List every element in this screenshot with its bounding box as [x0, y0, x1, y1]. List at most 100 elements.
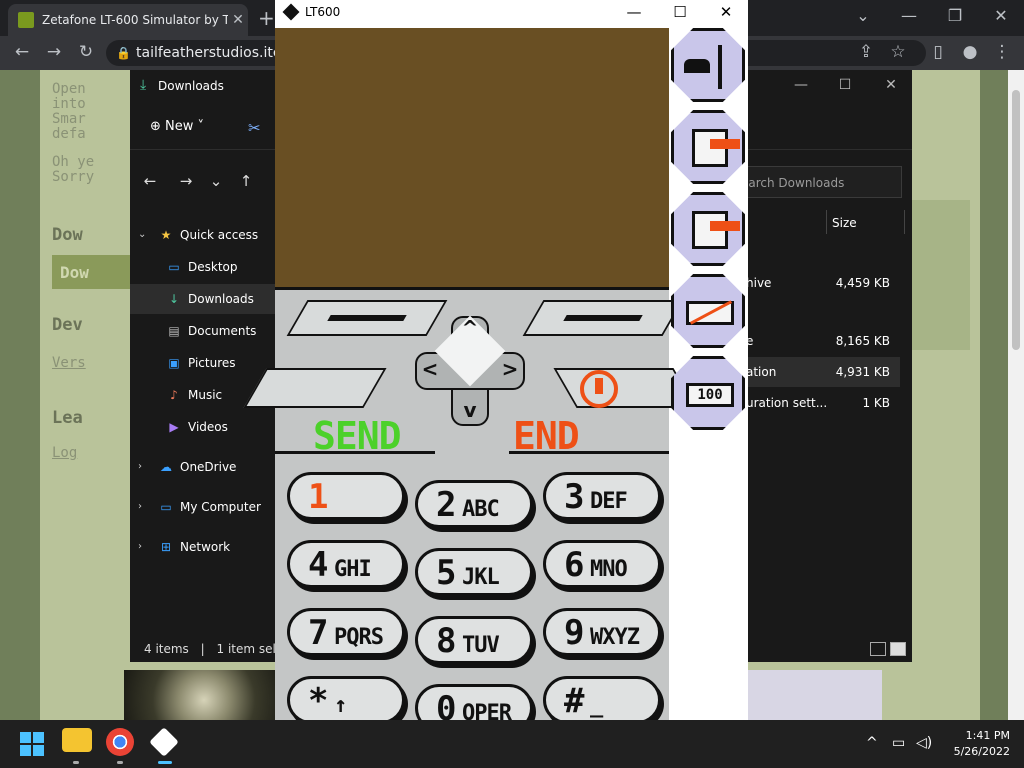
dpad-left-icon[interactable]: <	[419, 357, 441, 381]
load-state-button[interactable]	[671, 110, 745, 184]
tab-search-icon[interactable]: ⌄	[848, 6, 878, 25]
power-icon[interactable]	[580, 370, 618, 408]
phone-screen	[275, 28, 669, 290]
key-1[interactable]: 1	[287, 472, 405, 520]
flip-phone-button[interactable]	[671, 28, 745, 102]
dpad-right-icon[interactable]: >	[499, 357, 521, 381]
forward-icon[interactable]: →	[176, 172, 196, 190]
download-arrow-icon: ⤓	[140, 77, 147, 93]
explorer-minimize-button[interactable]: —	[786, 77, 816, 93]
key-9[interactable]: 9 WXYZ	[543, 608, 661, 656]
page-scrollbar[interactable]	[1008, 70, 1024, 720]
chrome-restore-button[interactable]: ❐	[940, 6, 970, 25]
new-label: New	[165, 119, 194, 134]
key-6[interactable]: 6 MNO	[543, 540, 661, 588]
share-icon[interactable]: ⇪	[854, 42, 878, 62]
start-button[interactable]	[20, 732, 44, 756]
save-state-button[interactable]	[671, 192, 745, 266]
tray-chevron-icon[interactable]: ^	[866, 735, 878, 751]
file-row[interactable]: hive 4,459 KB	[740, 268, 900, 298]
explorer-maximize-button[interactable]: ☐	[830, 77, 860, 93]
key-star[interactable]: * ↑	[287, 676, 405, 724]
battery-full-button[interactable]: 100	[671, 356, 745, 430]
profile-icon[interactable]: ●	[958, 42, 982, 62]
recent-chevron-icon[interactable]: ⌄	[206, 172, 226, 190]
phone-simulator: ^ v < > SEND END 1 2 ABC 3 DEF 4 GHI 5 J…	[243, 28, 697, 732]
sidebar-item-quick-access[interactable]: ⌄ ★ Quick access	[130, 220, 275, 250]
sidebar-item-my-computer[interactable]: › ▭ My Computer	[130, 492, 275, 522]
phone-icon	[684, 59, 710, 73]
volume-icon[interactable]: ◁)	[916, 735, 932, 751]
system-clock[interactable]: 1:41 PM 5/26/2022	[940, 728, 1010, 760]
size-column-header[interactable]: Size	[832, 216, 857, 230]
devlog-heading: Dev	[52, 315, 83, 335]
right-soft-key[interactable]	[522, 300, 684, 336]
version-link[interactable]: Vers	[52, 355, 86, 371]
videos-icon: ▶	[169, 420, 179, 434]
send-button[interactable]: SEND	[313, 414, 402, 458]
file-row[interactable]: e 8,165 KB	[740, 326, 900, 356]
login-link[interactable]: Log	[52, 445, 77, 461]
dpad-up-icon[interactable]: ^	[459, 316, 481, 340]
tab-close-icon[interactable]: ✕	[228, 12, 248, 28]
back-icon[interactable]: ←	[140, 172, 160, 190]
menu-icon[interactable]: ⋮	[990, 42, 1014, 62]
end-button[interactable]: END	[513, 414, 580, 458]
back-icon[interactable]: ←	[10, 42, 34, 62]
details-view-icon[interactable]	[870, 642, 886, 656]
battery-empty-button[interactable]	[671, 274, 745, 348]
new-tab-button[interactable]: +	[258, 6, 275, 30]
tiles-view-icon[interactable]	[890, 642, 906, 656]
key-3[interactable]: 3 DEF	[543, 472, 661, 520]
sidebar-item-documents[interactable]: ▤ Documents	[130, 316, 275, 346]
clock-time: 1:41 PM	[965, 729, 1010, 742]
file-row-selected[interactable]: ation 4,931 KB	[740, 357, 900, 387]
cut-icon[interactable]: ✂	[248, 119, 261, 137]
page-text-line: Oh ye	[52, 154, 95, 170]
up-icon[interactable]: ↑	[236, 172, 256, 190]
dpad-down-icon[interactable]: v	[459, 398, 481, 422]
lt600-close-button[interactable]: ✕	[711, 3, 741, 21]
screenshot-thumbnail[interactable]	[124, 670, 284, 720]
side-artwork	[912, 200, 970, 350]
side-panel-icon[interactable]: ▯	[926, 42, 950, 62]
sidebar-item-pictures[interactable]: ▣ Pictures	[130, 348, 275, 378]
sidebar-item-desktop[interactable]: ▭ Desktop	[130, 252, 275, 282]
chrome-tab[interactable]: Zetafone LT-600 Simulator by Tai ✕	[8, 4, 248, 36]
app-logo-icon	[282, 3, 300, 21]
chrome-close-button[interactable]: ✕	[986, 6, 1016, 25]
chrome-taskbar-icon[interactable]	[106, 728, 134, 756]
key-2[interactable]: 2 ABC	[415, 480, 533, 528]
scrollbar-thumb[interactable]	[1012, 90, 1020, 350]
screenshot-thumbnail[interactable]	[748, 670, 882, 720]
bookmark-star-icon[interactable]: ☆	[886, 42, 910, 62]
new-button[interactable]: ⊕ New ˅	[150, 119, 204, 134]
explorer-close-button[interactable]: ✕	[876, 77, 906, 93]
sidebar-item-onedrive[interactable]: › ☁ OneDrive	[130, 452, 275, 482]
sidebar-item-downloads[interactable]: ↓ Downloads	[130, 284, 275, 314]
column-divider[interactable]	[904, 210, 905, 234]
reload-icon[interactable]: ↻	[74, 42, 98, 62]
sidebar-item-network[interactable]: › ⊞ Network	[130, 532, 275, 562]
key-8[interactable]: 8 TUV	[415, 616, 533, 664]
key-7[interactable]: 7 PQRS	[287, 608, 405, 656]
running-indicator	[117, 761, 123, 764]
tab-title: Zetafone LT-600 Simulator by Tai	[42, 13, 228, 27]
navigation-dpad[interactable]: ^ v < >	[415, 315, 525, 426]
lt600-minimize-button[interactable]: —	[619, 3, 649, 21]
lt600-maximize-button[interactable]: ☐	[665, 3, 695, 21]
file-explorer-taskbar-icon[interactable]	[62, 728, 92, 752]
key-5[interactable]: 5 JKL	[415, 548, 533, 596]
column-divider[interactable]	[826, 210, 827, 234]
forward-icon[interactable]: →	[42, 42, 66, 62]
file-row[interactable]: uration sett... 1 KB	[740, 388, 900, 418]
chrome-minimize-button[interactable]: —	[894, 6, 924, 25]
network-icon[interactable]: ▭	[892, 735, 905, 751]
sidebar-item-videos[interactable]: ▶ Videos	[130, 412, 275, 442]
key-hash[interactable]: # _	[543, 676, 661, 724]
sidebar-item-label: Network	[180, 540, 231, 554]
page-text-line: defa	[52, 126, 86, 142]
download-button[interactable]: Dow	[52, 255, 132, 289]
search-input[interactable]: earch Downloads	[730, 166, 902, 198]
key-4[interactable]: 4 GHI	[287, 540, 405, 588]
